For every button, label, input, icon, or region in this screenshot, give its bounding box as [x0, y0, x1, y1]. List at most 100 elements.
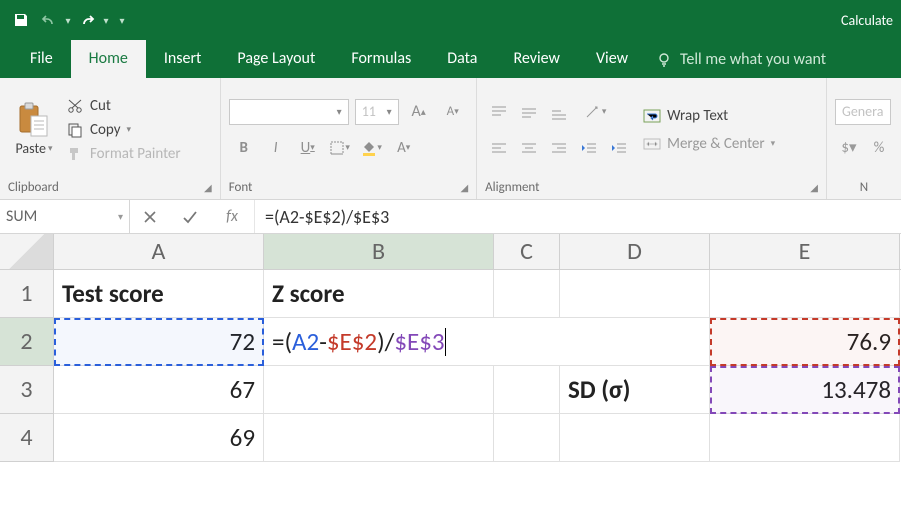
wrap-text-button[interactable]: Wrap Text: [643, 107, 775, 125]
cell-D4[interactable]: [560, 414, 710, 462]
copy-button[interactable]: Copy ▾: [66, 121, 181, 139]
percent-format-icon[interactable]: %: [865, 135, 893, 161]
formula-display: =(A2-$E$2)/$E$3: [272, 326, 445, 357]
tab-view[interactable]: View: [578, 40, 646, 78]
cell-D1[interactable]: [560, 270, 710, 318]
dialog-launcher-icon[interactable]: ◢: [204, 181, 212, 194]
align-center-icon[interactable]: [515, 135, 543, 161]
cell-E2[interactable]: 76.9: [710, 318, 900, 366]
copy-label: Copy: [90, 121, 121, 139]
row-header-3[interactable]: 3: [0, 366, 54, 414]
row-header-4[interactable]: 4: [0, 414, 54, 462]
font-size-combo[interactable]: 11 ▾: [355, 99, 399, 125]
accounting-format-icon[interactable]: $▾: [835, 135, 863, 161]
fill-color-button[interactable]: ▾: [357, 135, 387, 161]
qat-customize[interactable]: ▾: [118, 14, 126, 27]
decrease-indent-icon[interactable]: [575, 135, 603, 161]
enter-formula-button[interactable]: [170, 210, 210, 224]
col-header-A[interactable]: A: [54, 234, 264, 269]
tell-me-search[interactable]: Tell me what you want: [646, 41, 836, 78]
chevron-down-icon: ▾: [118, 210, 123, 223]
font-color-button[interactable]: A ▾: [389, 135, 419, 161]
cell-D2[interactable]: [560, 318, 710, 366]
cancel-formula-button[interactable]: [130, 210, 170, 224]
fx-label[interactable]: fx: [210, 207, 254, 226]
qat-dd[interactable]: ▾: [102, 14, 110, 27]
col-header-D[interactable]: D: [560, 234, 710, 269]
cell-C3[interactable]: [494, 366, 560, 414]
qat-sep: ▾: [64, 14, 72, 27]
cut-button[interactable]: Cut: [66, 97, 181, 115]
font-size-value: 11: [362, 103, 376, 120]
select-all-corner[interactable]: [0, 234, 54, 269]
clipboard-icon: [16, 102, 52, 138]
col-header-E[interactable]: E: [710, 234, 900, 269]
dialog-launcher-icon[interactable]: ◢: [810, 181, 818, 194]
cell-A2[interactable]: 72: [54, 318, 264, 366]
group-label-clipboard: Clipboard: [8, 180, 59, 195]
align-bottom-icon[interactable]: [545, 99, 573, 125]
tab-formulas[interactable]: Formulas: [333, 40, 429, 78]
align-top-icon[interactable]: [485, 99, 513, 125]
tab-data[interactable]: Data: [429, 40, 495, 78]
calculate-status: Calculate: [841, 12, 893, 29]
tab-review[interactable]: Review: [495, 40, 578, 78]
cell-C4[interactable]: [494, 414, 560, 462]
group-label-font: Font: [229, 180, 253, 195]
italic-button[interactable]: I: [261, 135, 291, 161]
tab-page-layout[interactable]: Page Layout: [219, 40, 333, 78]
bold-button[interactable]: B: [229, 135, 259, 161]
decrease-font-icon[interactable]: A▾: [439, 99, 467, 125]
group-clipboard: Paste ▾ Cut Copy ▾: [0, 78, 221, 199]
number-format-value: Genera: [842, 103, 883, 120]
cell-C1[interactable]: [494, 270, 560, 318]
tab-file[interactable]: File: [14, 40, 71, 78]
name-box[interactable]: SUM ▾: [0, 200, 130, 233]
save-icon[interactable]: [8, 7, 34, 33]
undo-button[interactable]: [36, 7, 62, 33]
align-left-icon[interactable]: [485, 135, 513, 161]
col-header-B[interactable]: B: [264, 234, 494, 269]
group-font: ▾ 11 ▾ A▴ A▾ B I U ▾ ▾: [221, 78, 477, 199]
cell-B3[interactable]: [264, 366, 494, 414]
dialog-launcher-icon[interactable]: ◢: [460, 181, 468, 194]
copy-icon: [66, 121, 84, 139]
increase-indent-icon[interactable]: [605, 135, 633, 161]
cell-B1[interactable]: Z score: [264, 270, 494, 318]
cell-B2[interactable]: =(A2-$E$2)/$E$3: [264, 318, 560, 366]
cell-D3[interactable]: SD (σ): [560, 366, 710, 414]
tab-insert[interactable]: Insert: [146, 40, 220, 78]
group-alignment: ▾ Wrap Text: [477, 78, 827, 199]
font-name-combo[interactable]: ▾: [229, 99, 349, 125]
redo-button[interactable]: [74, 7, 100, 33]
formula-input[interactable]: =(A2-$E$2)/$E$3: [255, 200, 901, 233]
chevron-down-icon[interactable]: ▾: [127, 124, 132, 135]
increase-font-icon[interactable]: A▴: [405, 99, 433, 125]
quick-access-toolbar: ▾ ▾ ▾ Calculate: [0, 0, 901, 40]
cell-B4[interactable]: [264, 414, 494, 462]
row-header-2[interactable]: 2: [0, 318, 54, 366]
col-header-C[interactable]: C: [494, 234, 560, 269]
chevron-down-icon: ▾: [771, 138, 776, 149]
worksheet-grid[interactable]: A B C D E 1 2 3 4 Test score Z score 72 …: [0, 234, 901, 509]
align-middle-icon[interactable]: [515, 99, 543, 125]
orientation-button[interactable]: ▾: [575, 99, 615, 125]
align-right-icon[interactable]: [545, 135, 573, 161]
borders-button[interactable]: ▾: [325, 135, 355, 161]
format-painter-button[interactable]: Format Painter: [66, 145, 181, 163]
tab-home[interactable]: Home: [71, 40, 146, 78]
tell-me-label: Tell me what you want: [680, 50, 826, 69]
cell-A3[interactable]: 67: [54, 366, 264, 414]
text-caret: [445, 328, 446, 356]
cell-E4[interactable]: [710, 414, 900, 462]
number-format-combo[interactable]: Genera: [835, 99, 891, 125]
paste-button[interactable]: Paste ▾: [8, 102, 60, 157]
cell-E1[interactable]: [710, 270, 900, 318]
row-header-1[interactable]: 1: [0, 270, 54, 318]
paintbrush-icon: [66, 145, 84, 163]
cell-A4[interactable]: 69: [54, 414, 264, 462]
cell-A1[interactable]: Test score: [54, 270, 264, 318]
merge-center-button[interactable]: Merge & Center ▾: [643, 135, 775, 153]
underline-button[interactable]: U ▾: [293, 135, 323, 161]
cell-E3[interactable]: 13.478: [710, 366, 900, 414]
